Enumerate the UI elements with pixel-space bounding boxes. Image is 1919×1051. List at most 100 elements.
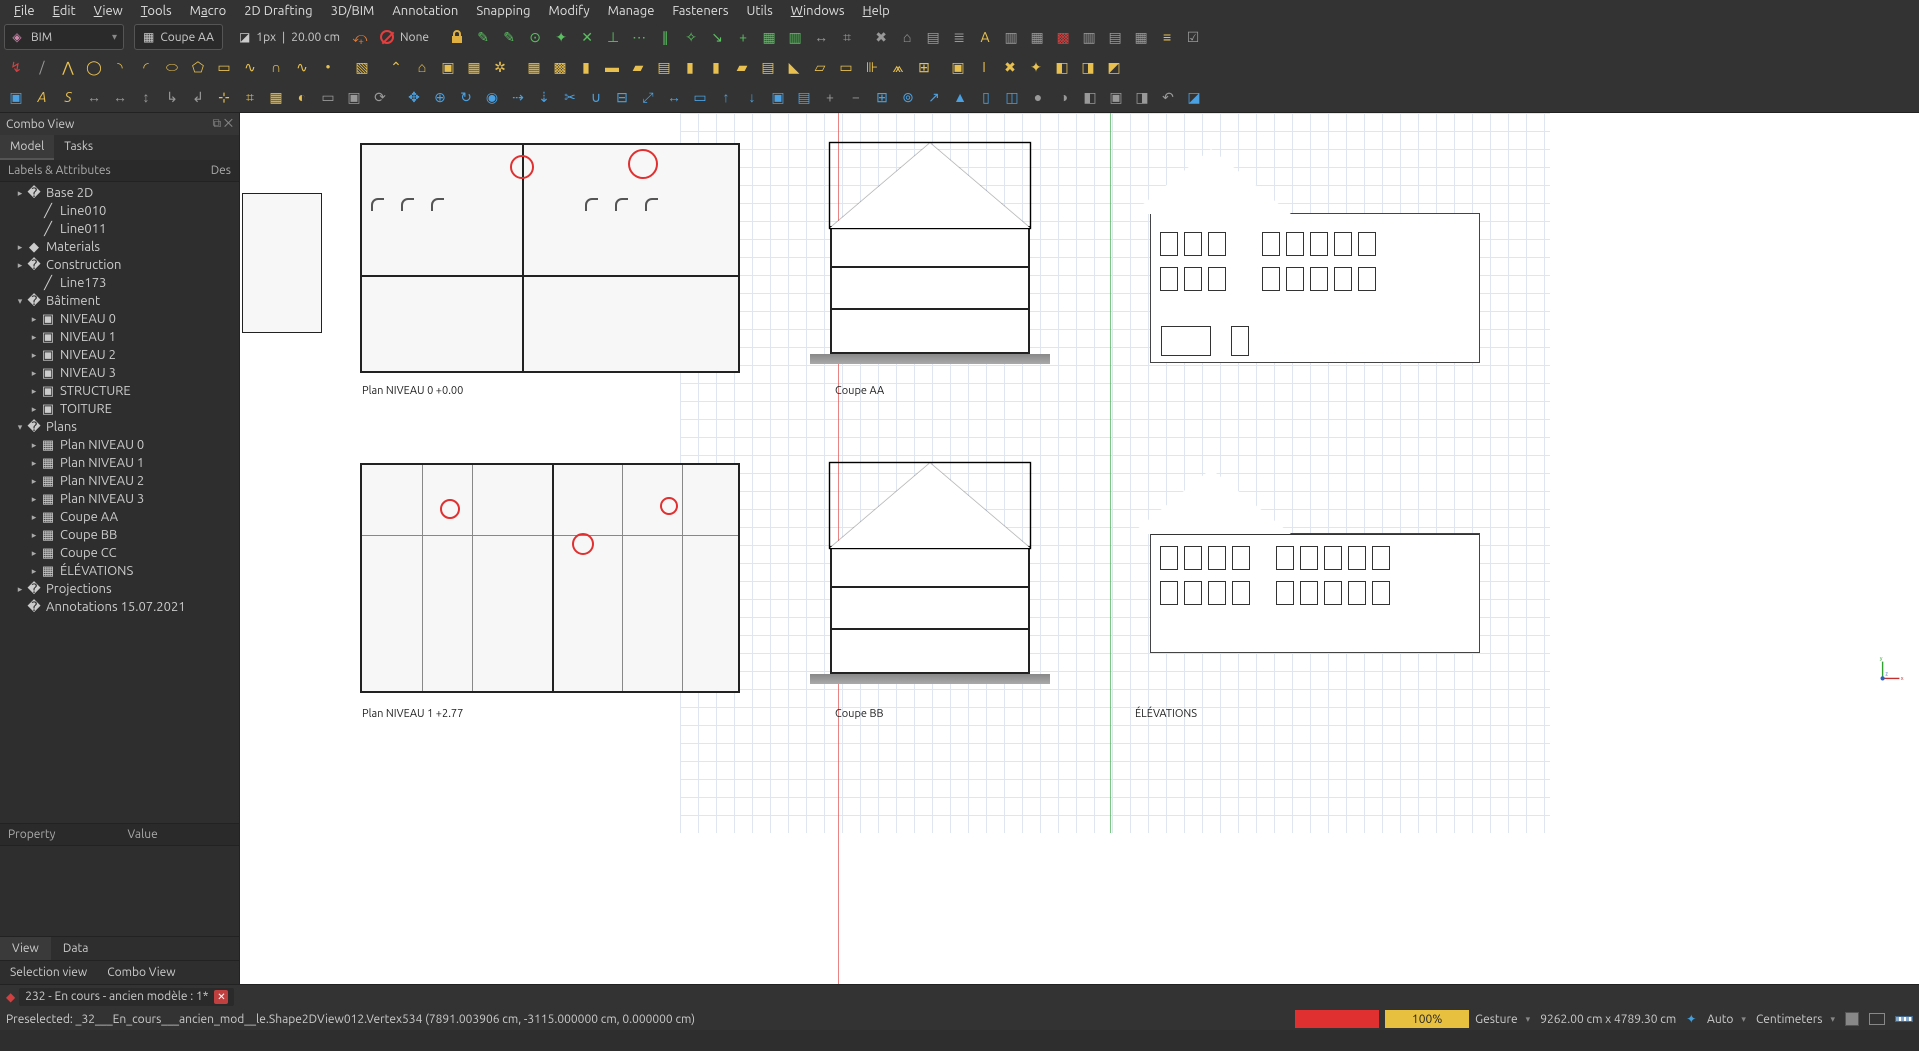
site-icon[interactable]: ⌃ bbox=[384, 55, 408, 79]
wall-icon[interactable]: ✲ bbox=[488, 55, 512, 79]
panel-popout-icon[interactable]: ⧉ ✕ bbox=[213, 117, 233, 131]
classification-icon[interactable]: ▩ bbox=[1051, 25, 1075, 49]
menu-fasteners[interactable]: Fasteners bbox=[664, 2, 736, 20]
building-icon[interactable]: ⌂ bbox=[410, 55, 434, 79]
nav-axes-icon[interactable]: x y z bbox=[1877, 656, 1905, 684]
equipment-icon[interactable]: ⊞ bbox=[912, 55, 936, 79]
facebinder-icon[interactable]: ◩ bbox=[1102, 55, 1126, 79]
split-icon[interactable]: ⊟ bbox=[610, 85, 634, 109]
cubic-tool-icon[interactable]: ∿ bbox=[290, 55, 314, 79]
tree-item[interactable]: ▸▣NIVEAU 0 bbox=[0, 310, 239, 328]
arc3-tool-icon[interactable]: ◜ bbox=[134, 55, 158, 79]
beam-icon[interactable]: ▮ bbox=[574, 55, 598, 79]
slab-icon[interactable]: ▬ bbox=[600, 55, 624, 79]
tree-item[interactable]: ▸▦Plan NIVEAU 1 bbox=[0, 454, 239, 472]
expand-icon[interactable]: ▸ bbox=[28, 440, 40, 451]
expand-icon[interactable]: ▸ bbox=[28, 314, 40, 325]
stairs-icon[interactable]: ▤ bbox=[756, 55, 780, 79]
bspline-tool-icon[interactable]: ∿ bbox=[238, 55, 262, 79]
cut-plane-icon[interactable]: ◫ bbox=[1000, 85, 1024, 109]
upgrade-icon[interactable]: ↑ bbox=[714, 85, 738, 109]
expand-icon[interactable]: ▸ bbox=[28, 350, 40, 361]
panel-icon[interactable]: ▱ bbox=[808, 55, 832, 79]
rectangle-tool-icon[interactable]: ▭ bbox=[212, 55, 236, 79]
expand-icon[interactable]: ▸ bbox=[28, 404, 40, 415]
ellipse-tool-icon[interactable]: ⬭ bbox=[160, 55, 184, 79]
expand-icon[interactable]: ▸ bbox=[28, 494, 40, 505]
rebar-icon[interactable]: ▰ bbox=[626, 55, 650, 79]
model-tree[interactable]: ▸�Base 2D╱Line010╱Line011▸◆Materials▸�Co… bbox=[0, 182, 239, 823]
toggle-grid-icon[interactable]: ⌗ bbox=[835, 25, 859, 49]
menu-macro[interactable]: Macro bbox=[182, 2, 235, 20]
snap-grid-icon[interactable]: ▦ bbox=[757, 25, 781, 49]
workbench-selector[interactable]: ◈ BIM ▾ bbox=[4, 24, 124, 50]
toggle-ifc-icon[interactable]: ◪ bbox=[1182, 85, 1206, 109]
library-icon[interactable]: ▥ bbox=[1077, 25, 1101, 49]
tab-model[interactable]: Model bbox=[0, 135, 54, 160]
close-holes-icon[interactable]: ↶ bbox=[1156, 85, 1180, 109]
drawing-page-icon[interactable]: ▭ bbox=[316, 85, 340, 109]
dimension-aligned-icon[interactable]: ↔ bbox=[82, 85, 106, 109]
extrude-icon[interactable]: ▯ bbox=[974, 85, 998, 109]
copy-tool-icon[interactable]: ⊕ bbox=[428, 85, 452, 109]
menu-windows[interactable]: Windows bbox=[783, 2, 853, 20]
tree-item[interactable]: ▸▦Plan NIVEAU 2 bbox=[0, 472, 239, 490]
snap-dims-icon[interactable]: ↔ bbox=[809, 25, 833, 49]
expand-icon[interactable]: ▸ bbox=[14, 188, 26, 199]
expand-icon[interactable]: ▸ bbox=[28, 458, 40, 469]
prop-tab-data[interactable]: Data bbox=[51, 937, 101, 960]
tree-item[interactable]: �Annotations 15.07.2021 bbox=[0, 598, 239, 616]
tree-item[interactable]: ▸▣NIVEAU 1 bbox=[0, 328, 239, 346]
arc-tool-icon[interactable]: ◝ bbox=[108, 55, 132, 79]
simple-copy-icon[interactable]: ▣ bbox=[1104, 85, 1128, 109]
snap-midpoint-icon[interactable]: ✎ bbox=[497, 25, 521, 49]
structure-icon[interactable]: I bbox=[972, 55, 996, 79]
expand-icon[interactable]: ▸ bbox=[28, 476, 40, 487]
expand-icon[interactable]: ▸ bbox=[28, 512, 40, 523]
remove-comp-icon[interactable]: ▤ bbox=[792, 85, 816, 109]
search-icon[interactable]: ▦ bbox=[1129, 25, 1153, 49]
menu-2d-drafting[interactable]: 2D Drafting bbox=[236, 2, 320, 20]
tree-item[interactable]: ▸▦Coupe BB bbox=[0, 526, 239, 544]
menu-annotation[interactable]: Annotation bbox=[384, 2, 466, 20]
document-tab[interactable]: 232 - En cours - ancien modèle : 1* ✕ bbox=[19, 988, 234, 1006]
menu-utils[interactable]: Utils bbox=[739, 2, 781, 20]
polyline-icon[interactable]: ⋀ bbox=[56, 55, 80, 79]
level-icon[interactable]: ▣ bbox=[436, 55, 460, 79]
report-icon[interactable]: ▤ bbox=[1103, 25, 1127, 49]
snap-wp-icon[interactable]: ▥ bbox=[783, 25, 807, 49]
export-dxf-icon[interactable]: ▣ bbox=[342, 85, 366, 109]
window-icon[interactable]: ▤ bbox=[652, 55, 676, 79]
snap-special-icon[interactable]: ✧ bbox=[679, 25, 703, 49]
pipe-connector-icon[interactable]: ▰ bbox=[730, 55, 754, 79]
offset-icon[interactable]: ⇢ bbox=[506, 85, 530, 109]
snap-intersection-icon[interactable]: ✕ bbox=[575, 25, 599, 49]
array-ortho-icon[interactable]: ⊞ bbox=[870, 85, 894, 109]
tree-item[interactable]: ▾�Bâtiment bbox=[0, 292, 239, 310]
expand-icon[interactable]: ▸ bbox=[14, 584, 26, 595]
menu-snapping[interactable]: Snapping bbox=[468, 2, 538, 20]
wire-tool-icon[interactable]: / bbox=[30, 55, 54, 79]
tree-item[interactable]: ▸▣STRUCTURE bbox=[0, 382, 239, 400]
expand-icon[interactable]: ▸ bbox=[28, 368, 40, 379]
views-manager-icon[interactable]: ▤ bbox=[921, 25, 945, 49]
menu-modify[interactable]: Modify bbox=[541, 2, 598, 20]
section-plane-button[interactable]: ▦ Coupe AA bbox=[134, 24, 223, 50]
expand-icon[interactable]: ▸ bbox=[28, 386, 40, 397]
compound-icon[interactable]: ◧ bbox=[1078, 85, 1102, 109]
expand-icon[interactable]: ▸ bbox=[28, 566, 40, 577]
rotate-icon[interactable]: ↻ bbox=[454, 85, 478, 109]
profile-icon[interactable]: ▣ bbox=[946, 55, 970, 79]
move-icon[interactable]: ✥ bbox=[402, 85, 426, 109]
menu-tools[interactable]: Tools bbox=[133, 2, 180, 20]
tab-selection-view[interactable]: Selection view bbox=[0, 961, 97, 984]
dimension-horiz-icon[interactable]: ↔ bbox=[108, 85, 132, 109]
tree-item[interactable]: ▸�Projections bbox=[0, 580, 239, 598]
diff-icon[interactable]: ◑ bbox=[1052, 85, 1076, 109]
close-tab-icon[interactable]: ✕ bbox=[214, 990, 228, 1004]
column-icon[interactable]: ▩ bbox=[548, 55, 572, 79]
prop-tab-view[interactable]: View bbox=[0, 937, 51, 960]
shape-builder-icon[interactable]: ◨ bbox=[1076, 55, 1100, 79]
leader-icon[interactable]: ↳ bbox=[160, 85, 184, 109]
grid-axis-icon[interactable]: ⊹ bbox=[212, 85, 236, 109]
